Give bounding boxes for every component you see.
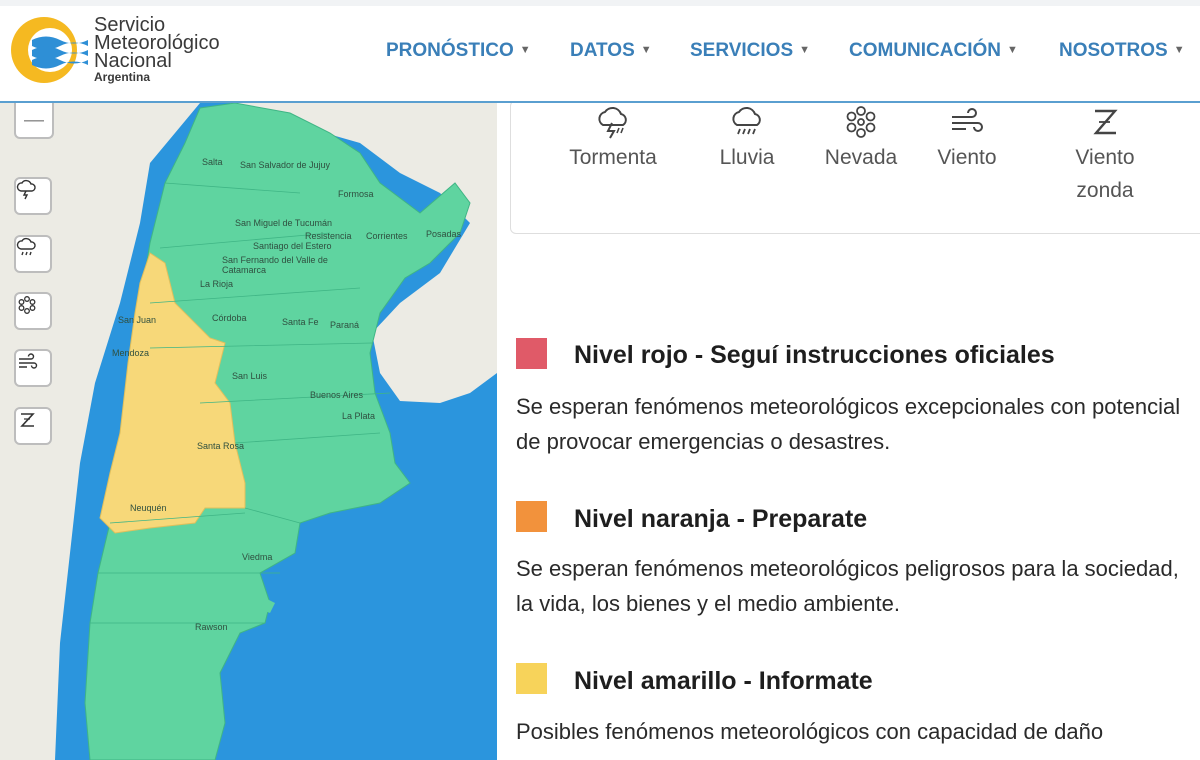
city-label: Rawson [195, 622, 228, 632]
level-yellow-title: Nivel amarillo - Informate [574, 667, 873, 695]
phenomenon-tormenta[interactable]: Tormenta [563, 103, 663, 174]
level-red-description: Se esperan fenómenos meteorológicos exce… [516, 394, 1181, 454]
map-rain-button[interactable] [14, 235, 52, 273]
zoom-out-label: — [24, 108, 44, 131]
city-label: Resistencia [305, 231, 352, 241]
map-snow-button[interactable] [14, 292, 52, 330]
nav-label: COMUNICACIÓN [849, 40, 1001, 61]
snow-icon [846, 106, 876, 138]
page: Salta San Salvador de Jujuy Formosa San … [0, 0, 1200, 760]
chevron-down-icon: ▼ [640, 44, 652, 56]
city-label: Paraná [330, 320, 360, 330]
city-label: La Plata [342, 411, 376, 421]
alert-map[interactable]: Salta San Salvador de Jujuy Formosa San … [0, 103, 497, 760]
city-label: Mendoza [112, 348, 150, 358]
nav-label: NOSOTROS [1059, 40, 1168, 61]
browser-strip [0, 0, 1200, 6]
city-label: Córdoba [212, 313, 247, 323]
phenomenon-lluvia[interactable]: Lluvia [707, 103, 787, 174]
level-red-swatch [516, 338, 547, 369]
level-yellow-swatch [516, 663, 547, 694]
map-zonda-button[interactable] [14, 407, 52, 445]
city-label: Santa Rosa [197, 441, 245, 451]
logo-line-4: Argentina [94, 70, 151, 84]
city-label: Neuquén [130, 503, 167, 513]
nav-label: PRONÓSTICO [386, 40, 514, 61]
chevron-down-icon: ▼ [1007, 44, 1018, 56]
city-label: Posadas [426, 229, 462, 239]
phenomenon-viento-zonda[interactable]: Viento zonda [1059, 103, 1151, 207]
nav-label: DATOS [570, 40, 635, 61]
zoom-out-button[interactable]: — [14, 103, 54, 139]
phenomenon-label: Viento zonda [1075, 146, 1135, 202]
argentina-map-graphic [0, 103, 497, 760]
chevron-down-icon: ▼ [519, 44, 531, 56]
city-label: San Miguel de Tucumán [235, 218, 333, 228]
level-orange-swatch [516, 501, 547, 532]
wind-icon [952, 108, 983, 132]
phenomenon-label: Viento [937, 146, 997, 169]
level-red-title: Nivel rojo - Seguí instrucciones oficial… [574, 341, 1055, 369]
city-label: Buenos Aires [310, 390, 364, 400]
city-label: La Rioja [200, 279, 234, 289]
main-nav: PRONÓSTICO ▼ DATOS ▼ SERVICIOS ▼ COMUNICACI… [0, 40, 1200, 70]
city-label: San Salvador de Jujuy [240, 160, 331, 170]
storm-icon [598, 107, 627, 139]
zonda-wind-icon [1093, 109, 1118, 135]
nav-label: SERVICIOS [690, 40, 794, 61]
city-label: Santiago del Estero [253, 241, 332, 251]
wind-icon [19, 353, 38, 369]
nav-pronostico[interactable]: PRONÓSTICO ▼ [386, 40, 531, 62]
rain-icon [732, 107, 761, 135]
phenomenon-viento[interactable]: Viento [927, 103, 1007, 174]
phenomenon-nevada[interactable]: Nevada [815, 103, 907, 174]
zonda-wind-icon [20, 413, 35, 427]
city-label: Salta [202, 157, 223, 167]
city-label: Corrientes [366, 231, 408, 241]
city-label: Santa Fe [282, 317, 319, 327]
nav-nosotros[interactable]: NOSOTROS ▼ [1059, 40, 1185, 62]
city-label: Formosa [338, 189, 374, 199]
storm-icon [16, 179, 36, 200]
phenomenon-label: Tormenta [569, 146, 657, 169]
phenomena-card: Tormenta Lluvia Nevada Viento Viento zon… [510, 100, 1200, 234]
site-header: Servicio Meteorológico Nacional Argentin… [0, 0, 1200, 103]
phenomenon-label: Lluvia [719, 146, 775, 169]
phenomenon-label: Nevada [824, 146, 898, 169]
city-label: Viedma [242, 552, 273, 562]
chevron-down-icon: ▼ [1173, 44, 1185, 56]
snow-icon [18, 296, 36, 314]
nav-datos[interactable]: DATOS ▼ [570, 40, 652, 62]
nav-servicios[interactable]: SERVICIOS ▼ [690, 40, 810, 62]
city-label: San Fernando del Valle de Catamarca [222, 255, 328, 275]
rain-icon [16, 237, 36, 256]
city-label: San Juan [118, 315, 157, 325]
nav-comunicacion[interactable]: COMUNICACIÓN ▼ [849, 40, 1018, 62]
level-yellow-description: Posibles fenómenos meteorológicos con ca… [516, 719, 1104, 744]
map-storm-button[interactable] [14, 177, 52, 215]
map-wind-button[interactable] [14, 349, 52, 387]
level-orange-title: Nivel naranja - Preparate [574, 505, 868, 533]
chevron-down-icon: ▼ [799, 44, 811, 56]
level-orange-description: Se esperan fenómenos meteorológicos peli… [516, 556, 1179, 616]
city-label: San Luis [232, 371, 268, 381]
